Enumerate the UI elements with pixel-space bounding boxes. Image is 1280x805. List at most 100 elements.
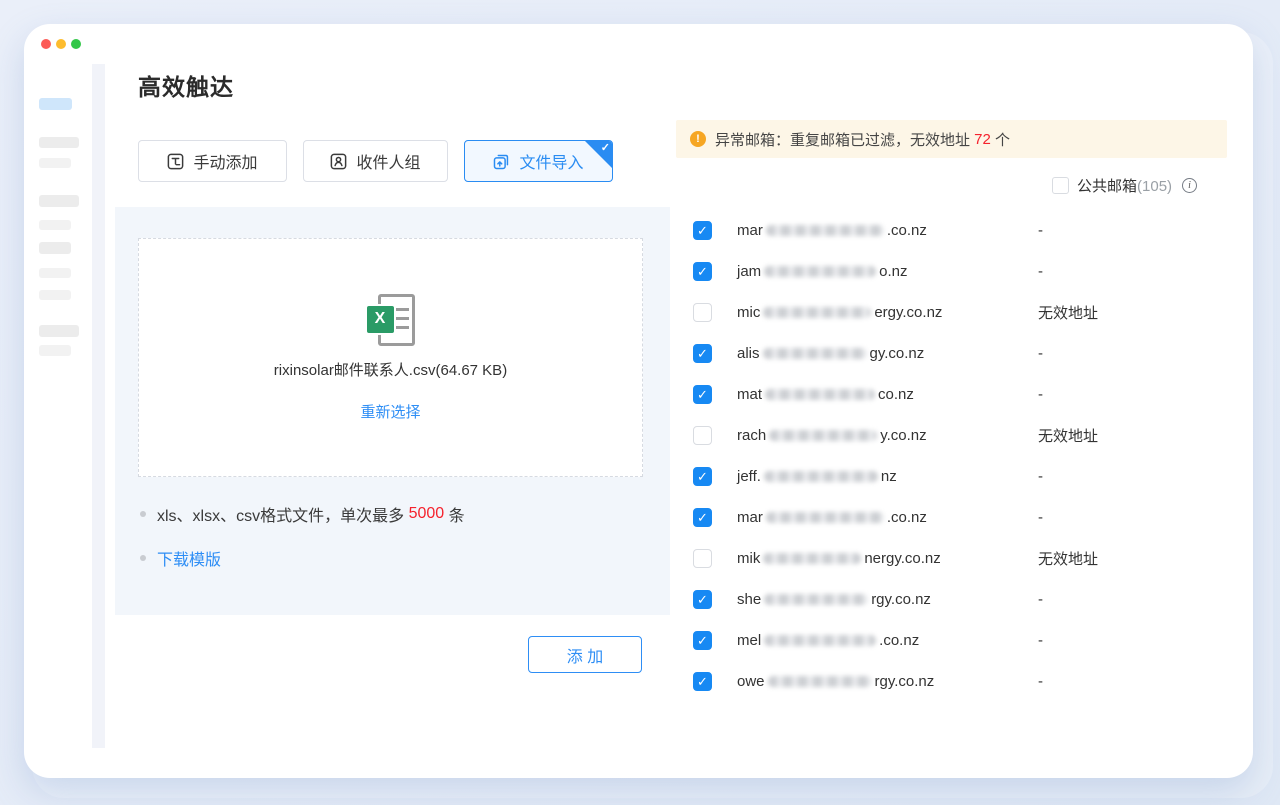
public-mailbox-row: 公共邮箱(105) i	[1052, 175, 1197, 196]
email-status: -	[1038, 345, 1043, 362]
email-status: -	[1038, 222, 1043, 239]
email-address: jamo.nz	[737, 263, 908, 280]
email-checkbox[interactable]: ✓	[693, 426, 712, 445]
selected-check-icon: ✓	[601, 141, 610, 154]
email-status: -	[1038, 673, 1043, 690]
excel-x-badge: X	[367, 306, 394, 333]
tab-label: 手动添加	[193, 149, 257, 173]
uploaded-file-name: rixinsolar邮件联系人.csv(64.67 KB)	[274, 359, 507, 380]
tab-recipient-group[interactable]: 收件人组	[303, 140, 448, 182]
sidebar-skeleton-bar	[39, 325, 79, 337]
file-import-icon	[493, 153, 510, 170]
tab-label: 收件人组	[356, 149, 420, 173]
traffic-light-dot[interactable]	[56, 39, 66, 49]
email-address: shergy.co.nz	[737, 591, 931, 608]
email-address: jeff.nz	[737, 468, 897, 485]
email-row: ✓ rachy.co.nz 无效地址	[693, 415, 1238, 456]
template-tip: 下载模版	[140, 546, 221, 570]
email-status: -	[1038, 468, 1043, 485]
email-row: ✓ alisgy.co.nz -	[693, 333, 1238, 374]
bullet-dot	[140, 511, 146, 517]
checkmark-icon: ✓	[697, 469, 708, 485]
email-checkbox[interactable]: ✓	[693, 631, 712, 650]
public-mailbox-checkbox[interactable]	[1052, 177, 1069, 194]
email-checkbox[interactable]: ✓	[693, 303, 712, 322]
sidebar-skeleton-bar	[39, 137, 79, 148]
email-address: micergy.co.nz	[737, 304, 942, 321]
info-icon[interactable]: i	[1182, 178, 1197, 193]
email-status: 无效地址	[1038, 425, 1098, 446]
email-status: -	[1038, 263, 1043, 280]
email-row: ✓ jeff.nz -	[693, 456, 1238, 497]
checkmark-icon: ✓	[697, 592, 708, 608]
email-status: -	[1038, 386, 1043, 403]
excel-file-icon: X	[367, 294, 415, 346]
warning-icon: !	[690, 131, 706, 147]
email-checkbox[interactable]: ✓	[693, 508, 712, 527]
traffic-light-dot[interactable]	[71, 39, 81, 49]
reselect-file-link[interactable]: 重新选择	[360, 401, 420, 422]
blurred-email-segment	[764, 594, 868, 605]
checkmark-icon: ✓	[697, 264, 708, 280]
tab-label: 文件导入	[519, 149, 583, 173]
sidebar-skeleton-bar	[39, 268, 71, 278]
email-row: ✓ miknergy.co.nz 无效地址	[693, 538, 1238, 579]
checkmark-icon: ✓	[697, 346, 708, 362]
checkmark-icon: ✓	[697, 387, 708, 403]
bullet-dot	[140, 555, 146, 561]
blurred-email-segment	[764, 266, 876, 277]
email-checkbox[interactable]: ✓	[693, 549, 712, 568]
email-checkbox[interactable]: ✓	[693, 467, 712, 486]
email-status: 无效地址	[1038, 302, 1098, 323]
sidebar-skeleton-bar	[39, 158, 71, 168]
email-address: mar.co.nz	[737, 509, 927, 526]
max-count: 5000	[409, 505, 445, 523]
blurred-email-segment	[764, 471, 878, 482]
blurred-email-segment	[765, 389, 875, 400]
email-row: ✓ micergy.co.nz 无效地址	[693, 292, 1238, 333]
blurred-email-segment	[763, 307, 871, 318]
page-title: 高效触达	[138, 68, 234, 102]
email-row: ✓ owergy.co.nz -	[693, 661, 1238, 702]
sidebar-skeleton-bar	[39, 242, 71, 254]
email-checkbox[interactable]: ✓	[693, 344, 712, 363]
recipient-group-icon	[330, 153, 347, 170]
email-status: -	[1038, 591, 1043, 608]
sidebar-skeleton-bar	[39, 290, 71, 300]
sidebar-skeleton-bar	[39, 345, 71, 356]
email-checkbox[interactable]: ✓	[693, 262, 712, 281]
checkmark-icon: ✓	[697, 510, 708, 526]
blurred-email-segment	[763, 553, 861, 564]
blurred-email-segment	[763, 348, 867, 359]
email-address: matco.nz	[737, 386, 914, 403]
upload-panel: X rixinsolar邮件联系人.csv(64.67 KB) 重新选择 xls…	[115, 207, 670, 615]
file-dropzone[interactable]: X rixinsolar邮件联系人.csv(64.67 KB) 重新选择	[138, 238, 643, 477]
email-checkbox[interactable]: ✓	[693, 672, 712, 691]
tab-file-import[interactable]: 文件导入 ✓	[464, 140, 613, 182]
email-row: ✓ jamo.nz -	[693, 251, 1238, 292]
public-mailbox-label: 公共邮箱(105)	[1077, 175, 1172, 196]
email-address: mel.co.nz	[737, 632, 919, 649]
email-checkbox[interactable]: ✓	[693, 385, 712, 404]
format-tip: xls、xlsx、csv格式文件，单次最多 5000 条	[140, 502, 465, 526]
email-row: ✓ mel.co.nz -	[693, 620, 1238, 661]
window-controls	[41, 39, 81, 49]
blurred-email-segment	[766, 225, 884, 236]
email-list: ✓ mar.co.nz - ✓ jamo.nz - ✓	[693, 210, 1238, 702]
email-checkbox[interactable]: ✓	[693, 221, 712, 240]
traffic-light-dot[interactable]	[41, 39, 51, 49]
app-window: 高效触达 手动添加 收件人组 文件导入 ✓ X	[24, 24, 1253, 778]
email-row: ✓ mar.co.nz -	[693, 210, 1238, 251]
email-row: ✓ shergy.co.nz -	[693, 579, 1238, 620]
add-button[interactable]: 添 加	[528, 636, 642, 673]
email-checkbox[interactable]: ✓	[693, 590, 712, 609]
email-address: rachy.co.nz	[737, 427, 927, 444]
download-template-link[interactable]: 下载模版	[157, 546, 221, 570]
tab-manual-add[interactable]: 手动添加	[138, 140, 287, 182]
email-address: miknergy.co.nz	[737, 550, 941, 567]
email-address: alisgy.co.nz	[737, 345, 924, 362]
email-address: owergy.co.nz	[737, 673, 934, 690]
blurred-email-segment	[768, 676, 872, 687]
email-row: ✓ matco.nz -	[693, 374, 1238, 415]
manual-add-icon	[167, 153, 184, 170]
